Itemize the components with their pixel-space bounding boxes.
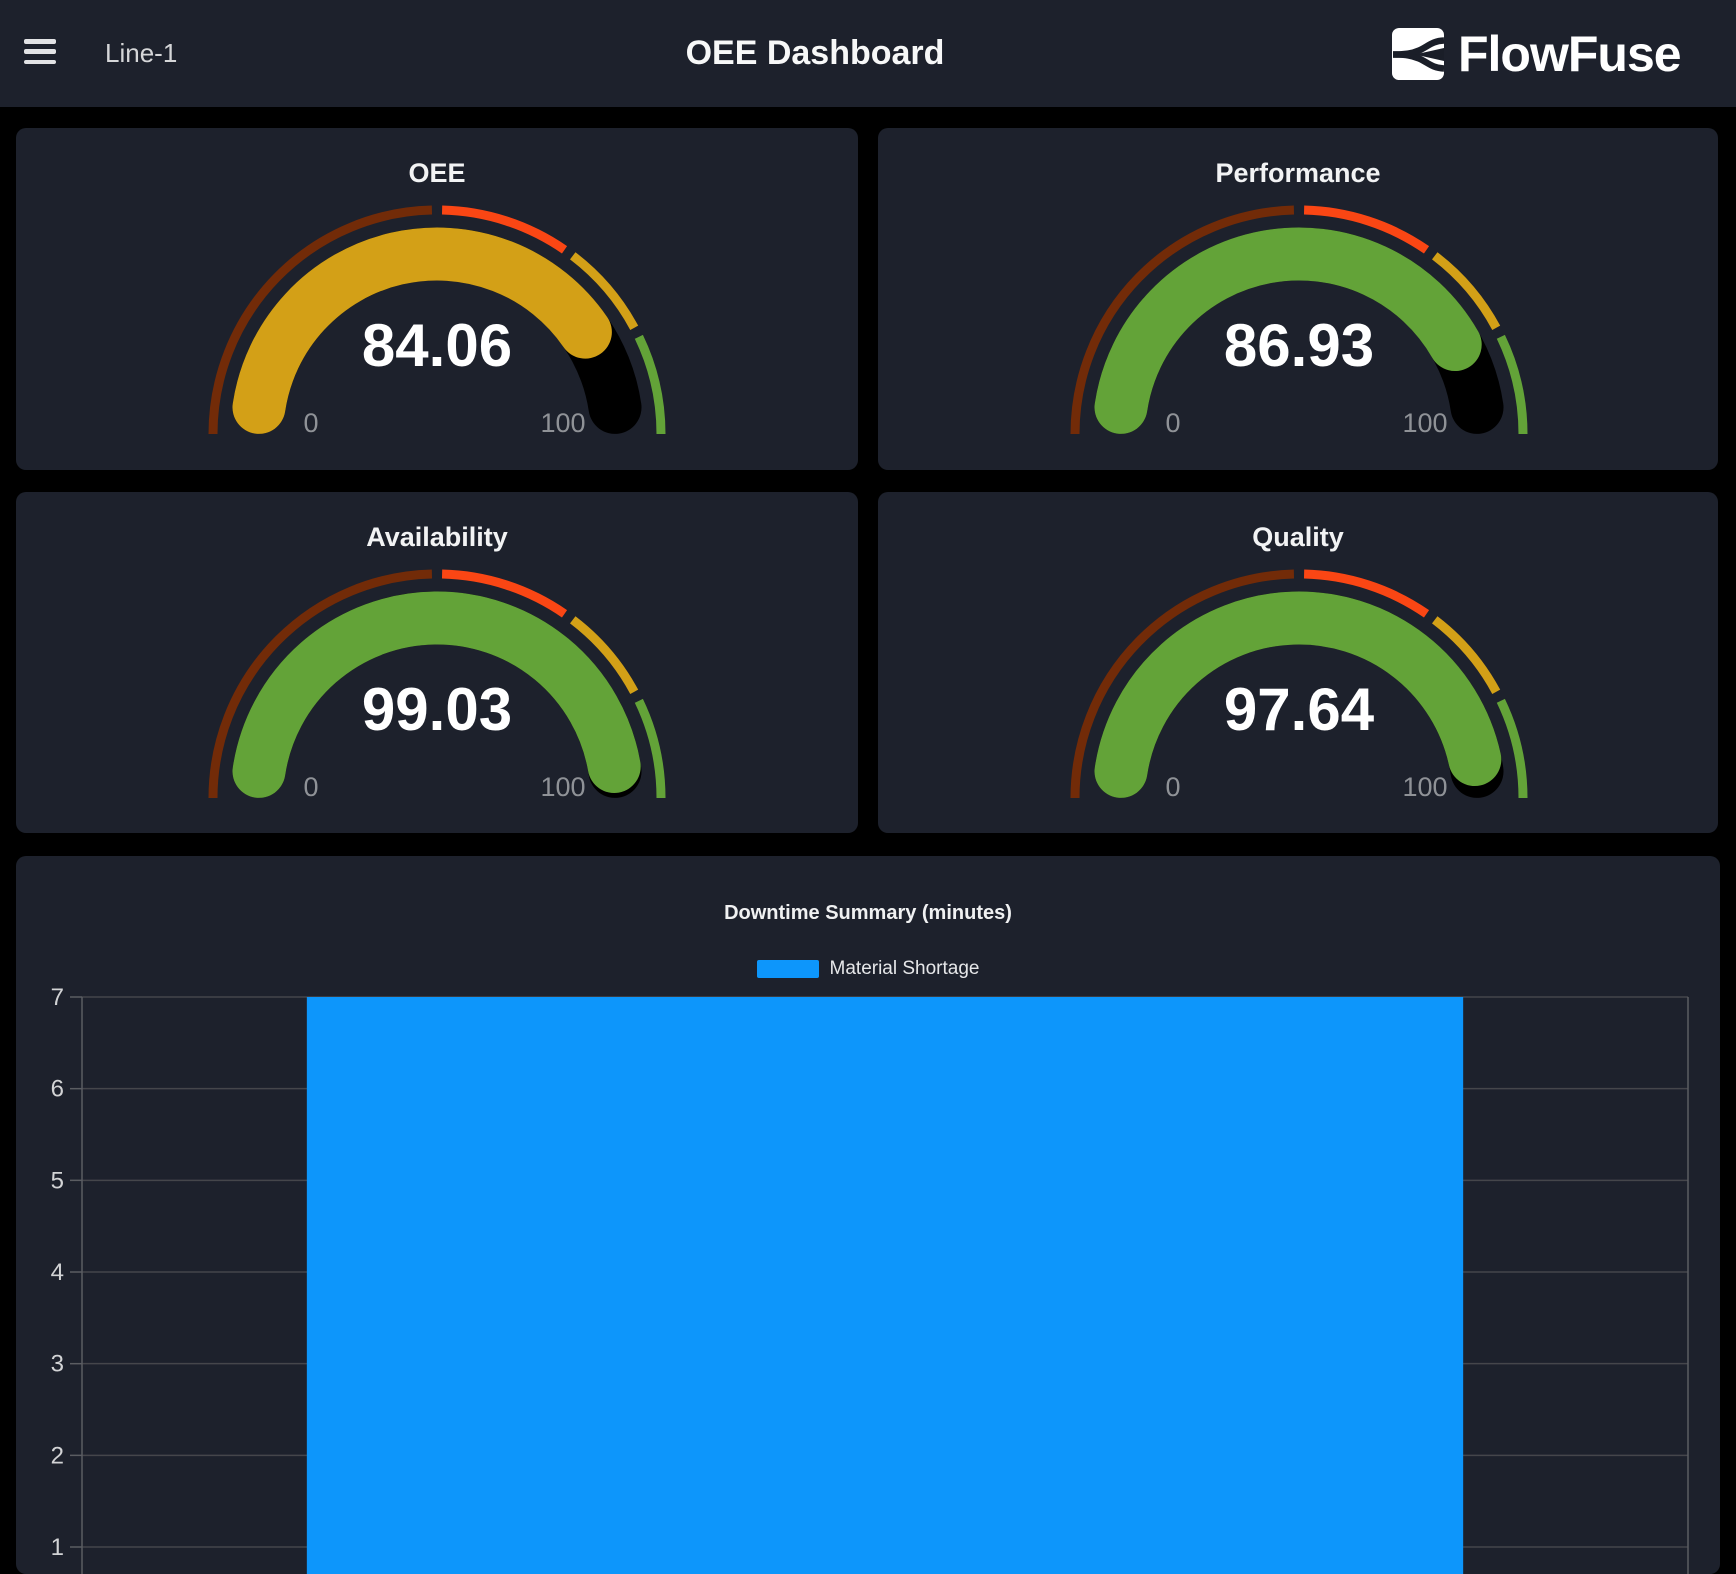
- y-tick-label: 2: [51, 1442, 64, 1469]
- y-tick-label: 7: [51, 984, 64, 1011]
- gauge-max-label: 100: [540, 772, 585, 802]
- oee-gauge: 84.06 0 100: [16, 128, 858, 470]
- downtime-chart-card: 7 6 5 4 3 2 1 Downtime Summary (minutes) Mater…: [16, 856, 1720, 1574]
- gauge-value: 86.93: [1224, 312, 1374, 379]
- gauge-card-quality: Quality 97.640100: [878, 492, 1718, 833]
- gauge-max-label: 100: [540, 408, 585, 438]
- material-shortage-bar: [307, 997, 1463, 1574]
- flowfuse-logo-icon: [1392, 28, 1444, 80]
- gauge-card-performance: Performance 86.930100: [878, 128, 1718, 470]
- legend-swatch: [757, 960, 819, 978]
- gauge-segment: [639, 701, 661, 798]
- y-tick-label: 5: [51, 1167, 64, 1194]
- gauge-min-label: 0: [1165, 772, 1180, 802]
- flowfuse-logo: FlowFuse: [1392, 0, 1681, 107]
- availability-gauge: 99.03 0 100: [16, 492, 858, 833]
- gauge-max-label: 100: [1402, 408, 1447, 438]
- legend-label: Material Shortage: [830, 958, 980, 980]
- y-tick-label: 4: [51, 1259, 64, 1286]
- page-title: OEE Dashboard: [686, 0, 945, 107]
- gauge-value: 97.64: [1224, 676, 1375, 743]
- gauge-segment: [1501, 337, 1523, 434]
- y-tick-label: 6: [51, 1076, 64, 1103]
- gauge-min-label: 0: [303, 772, 318, 802]
- gauge-max-label: 100: [1402, 772, 1447, 802]
- flowfuse-logo-text: FlowFuse: [1458, 25, 1681, 83]
- gauge-min-label: 0: [1165, 408, 1180, 438]
- gauge-min-label: 0: [303, 408, 318, 438]
- gauge-card-oee: OEE 84.060100: [16, 128, 858, 470]
- gauge-value: 84.06: [362, 312, 512, 379]
- top-navbar: Line-1 OEE Dashboard FlowFuse: [0, 0, 1736, 107]
- menu-icon[interactable]: [24, 39, 56, 64]
- gauge-segment: [639, 337, 661, 434]
- line-selector-label: Line-1: [105, 0, 177, 107]
- y-tick-label: 1: [51, 1534, 64, 1561]
- y-tick-label: 3: [51, 1351, 64, 1378]
- gauge-value: 99.03: [362, 676, 512, 743]
- legend-item-material-shortage[interactable]: Material Shortage: [757, 958, 980, 980]
- chart-title: Downtime Summary (minutes): [16, 902, 1720, 925]
- gauge-segment: [1501, 701, 1523, 798]
- performance-gauge: 86.93 0 100: [878, 128, 1718, 470]
- chart-legend: Material Shortage: [16, 958, 1720, 980]
- gauge-card-availability: Availability 99.030100: [16, 492, 858, 833]
- quality-gauge: 97.64 0 100: [878, 492, 1718, 833]
